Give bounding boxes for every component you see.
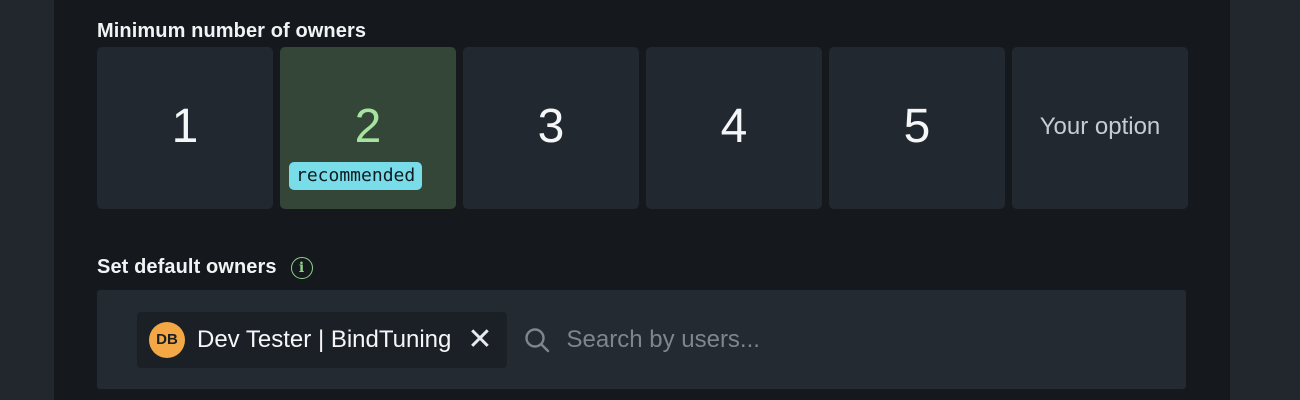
close-icon[interactable]: ✕ xyxy=(467,324,492,355)
option-label: Your option xyxy=(1039,113,1161,140)
owner-chip: DB Dev Tester | BindTuning ✕ xyxy=(137,311,507,368)
info-icon[interactable]: i xyxy=(290,256,313,279)
option-3[interactable]: 3 xyxy=(463,47,639,209)
recommended-badge: recommended xyxy=(289,162,423,190)
option-custom[interactable]: Your option xyxy=(1012,47,1188,209)
option-2[interactable]: 2 recommended xyxy=(280,47,456,209)
option-label: 2 xyxy=(354,100,382,153)
minimum-owners-title: Minimum number of owners xyxy=(97,20,367,42)
search-input[interactable] xyxy=(564,324,989,355)
option-5[interactable]: 5 xyxy=(829,47,1005,209)
option-1[interactable]: 1 xyxy=(97,47,273,209)
avatar: DB xyxy=(149,321,185,358)
default-owners-title: Set default owners i xyxy=(97,256,313,279)
option-label: 5 xyxy=(903,100,931,153)
default-owners-label: Set default owners xyxy=(97,256,277,278)
option-4[interactable]: 4 xyxy=(646,47,822,209)
default-owners-field[interactable]: DB Dev Tester | BindTuning ✕ xyxy=(97,290,1186,389)
option-label: 4 xyxy=(720,100,748,153)
search-icon xyxy=(524,327,549,352)
option-label: 3 xyxy=(537,100,565,153)
owner-name: Dev Tester | BindTuning xyxy=(197,325,452,353)
search-wrapper xyxy=(523,324,989,355)
option-label: 1 xyxy=(171,100,199,153)
minimum-owners-options: 1 2 recommended 3 4 5 Your option xyxy=(97,47,1188,209)
